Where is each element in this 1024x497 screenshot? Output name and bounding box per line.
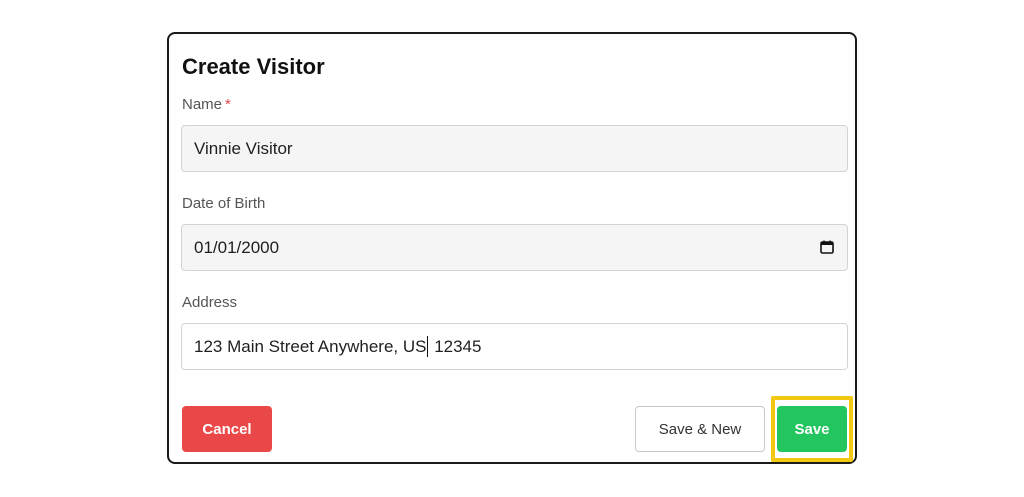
name-input[interactable]: Vinnie Visitor bbox=[181, 125, 848, 172]
save-button[interactable]: Save bbox=[777, 406, 847, 452]
address-value-after-cursor: 12345 bbox=[429, 336, 482, 356]
text-cursor bbox=[427, 336, 429, 357]
dob-label: Date of Birth bbox=[182, 195, 266, 212]
required-indicator: * bbox=[225, 96, 231, 113]
calendar-icon[interactable] bbox=[820, 240, 834, 254]
cancel-button[interactable]: Cancel bbox=[182, 406, 272, 452]
name-input-value: Vinnie Visitor bbox=[194, 138, 293, 158]
date-of-birth-input[interactable]: 01/01/2000 bbox=[181, 224, 848, 271]
address-input[interactable]: 123 Main Street Anywhere, US 12345 bbox=[181, 323, 848, 370]
dialog-title: Create Visitor bbox=[182, 54, 325, 79]
name-label: Name * bbox=[182, 96, 231, 113]
address-label: Address bbox=[182, 294, 238, 311]
name-label-text: Name bbox=[182, 96, 223, 113]
address-value-before-cursor: 123 Main Street Anywhere, US bbox=[194, 336, 427, 356]
dob-input-value: 01/01/2000 bbox=[194, 237, 280, 257]
create-visitor-dialog: Create Visitor Name * Vinnie Visitor Date… bbox=[167, 32, 857, 464]
save-and-new-button[interactable]: Save & New bbox=[635, 406, 765, 452]
